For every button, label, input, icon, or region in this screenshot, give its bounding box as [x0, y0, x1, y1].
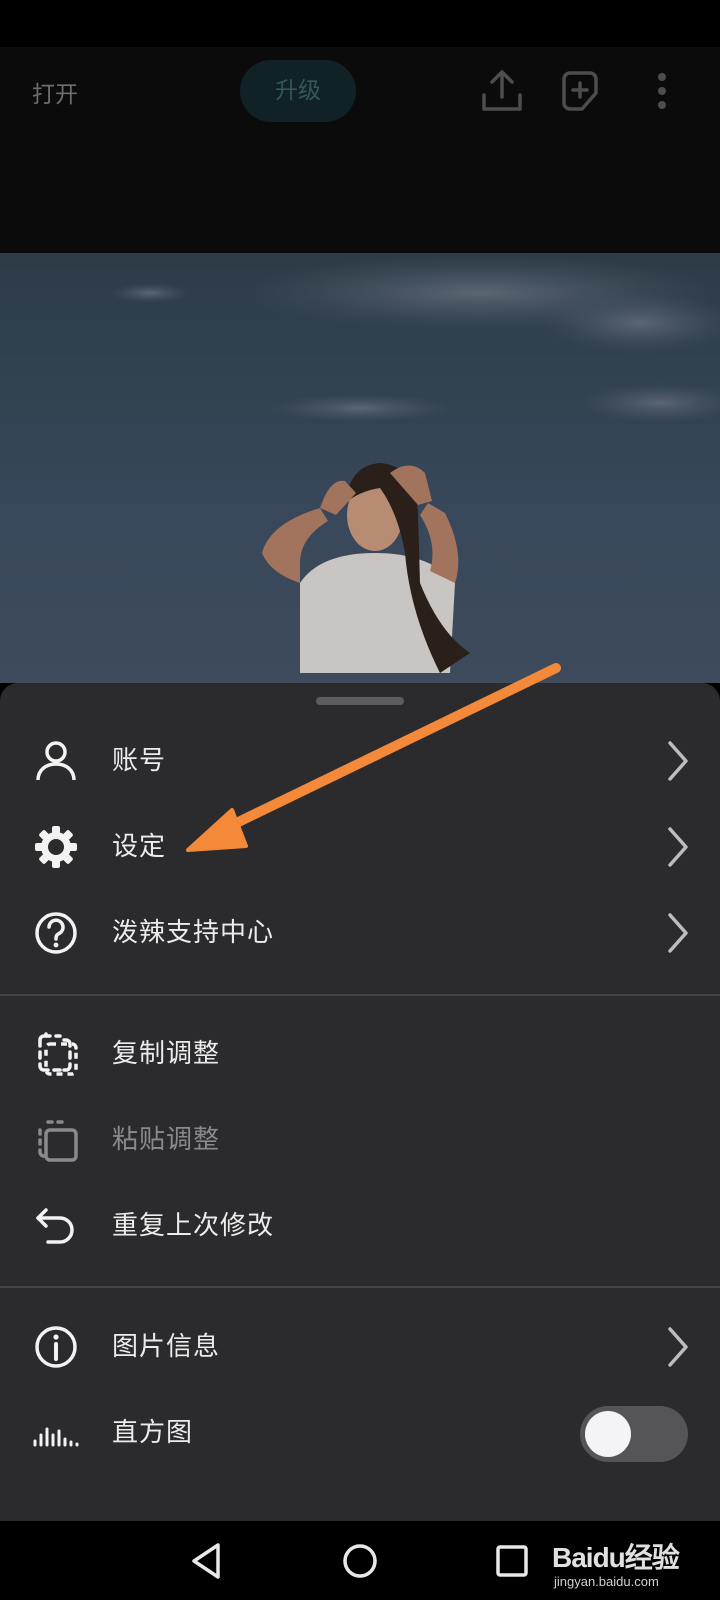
baidu-watermark: Baidu经验 jingyan.baidu.com	[552, 1528, 720, 1598]
photo-preview	[0, 253, 720, 683]
menu-item-label: 粘贴调整	[112, 1125, 221, 1155]
menu-item-label: 设定	[112, 832, 167, 862]
histogram-icon	[33, 1427, 79, 1447]
info-icon	[35, 1326, 77, 1368]
menu-item-account[interactable]: 账号	[0, 718, 720, 804]
chevron-right-icon	[668, 1327, 688, 1367]
paste-adjust-icon	[38, 1120, 78, 1162]
menu-item-label: 泼辣支持中心	[112, 918, 275, 948]
undo-icon	[36, 1208, 74, 1244]
watermark-url: jingyan.baidu.com	[554, 1574, 659, 1589]
upgrade-button[interactable]: 升级	[240, 60, 356, 122]
top-toolbar: 打开 升级	[0, 47, 720, 253]
help-icon	[35, 912, 77, 954]
add-icon[interactable]	[556, 67, 604, 115]
user-icon	[36, 741, 76, 781]
chevron-right-icon	[668, 741, 688, 781]
copy-adjust-icon	[38, 1032, 78, 1076]
menu-item-label: 图片信息	[112, 1332, 221, 1362]
open-button[interactable]: 打开	[32, 75, 78, 109]
histogram-toggle[interactable]	[580, 1406, 688, 1462]
menu-item-support-center[interactable]: 泼辣支持中心	[0, 890, 720, 976]
menu-item-label: 重复上次修改	[112, 1211, 275, 1241]
gear-icon	[35, 826, 77, 868]
menu-item-image-info[interactable]: 图片信息	[0, 1304, 720, 1390]
menu-item-settings[interactable]: 设定	[0, 804, 720, 890]
sheet-drag-handle[interactable]	[316, 697, 404, 705]
status-bar	[0, 0, 720, 47]
chevron-right-icon	[668, 827, 688, 867]
toggle-knob	[585, 1411, 631, 1457]
back-icon[interactable]	[184, 1537, 232, 1585]
menu-item-histogram[interactable]: 直方图	[0, 1390, 720, 1476]
menu-divider	[0, 1286, 720, 1288]
menu-item-label: 直方图	[112, 1418, 194, 1448]
bottom-sheet-menu: 账号 设定 泼辣支持中心 复制调整 粘贴调整 重复上次修改 图片信息 直方图	[0, 683, 720, 1521]
more-vertical-icon[interactable]	[648, 67, 676, 115]
home-icon[interactable]	[336, 1537, 384, 1585]
menu-item-label: 复制调整	[112, 1039, 221, 1069]
watermark-brand: Baidu经验	[552, 1542, 680, 1573]
menu-item-label: 账号	[112, 746, 167, 776]
menu-item-repeat-last-edit[interactable]: 重复上次修改	[0, 1183, 720, 1269]
menu-divider	[0, 994, 720, 996]
chevron-right-icon	[668, 913, 688, 953]
share-icon[interactable]	[478, 67, 526, 115]
menu-item-copy-adjustments[interactable]: 复制调整	[0, 1011, 720, 1097]
recents-icon[interactable]	[488, 1537, 536, 1585]
menu-item-paste-adjustments: 粘贴调整	[0, 1097, 720, 1183]
